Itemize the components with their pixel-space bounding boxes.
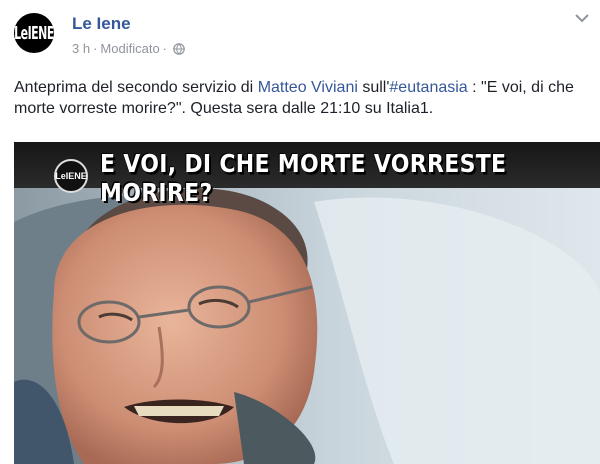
le-iene-logo: LeIENE [54, 159, 88, 193]
post-photo[interactable]: LeIENE E VOI, DI CHE MORTE VORRESTE MORI… [14, 142, 600, 464]
post-time-link[interactable]: 3 h [72, 41, 90, 56]
chevron-down-icon[interactable] [574, 12, 590, 24]
meta-separator: · [93, 41, 98, 56]
post-meta: 3 h · Modificato · [72, 41, 185, 56]
message-text: Anteprima del secondo servizio di [14, 79, 258, 96]
photo-caption: E VOI, DI CHE MORTE VORRESTE MORIRE? [100, 150, 507, 208]
message-text: sull' [357, 79, 390, 96]
page-name-link[interactable]: Le Iene [72, 14, 131, 34]
meta-separator: · [162, 41, 168, 56]
mention-link[interactable]: Matteo Viviani [258, 79, 358, 96]
avatar-logo-text: LeIENE [14, 22, 54, 44]
page-avatar[interactable]: LeIENE [14, 13, 54, 53]
edited-link[interactable]: Modificato [100, 41, 159, 56]
post-message: Anteprima del secondo servizio di Matteo… [14, 77, 586, 119]
globe-icon[interactable] [173, 42, 185, 55]
hashtag-link[interactable]: #eutanasia [389, 79, 467, 96]
facebook-post: LeIENE Le Iene 3 h · Modificato · Antepr… [0, 0, 600, 464]
